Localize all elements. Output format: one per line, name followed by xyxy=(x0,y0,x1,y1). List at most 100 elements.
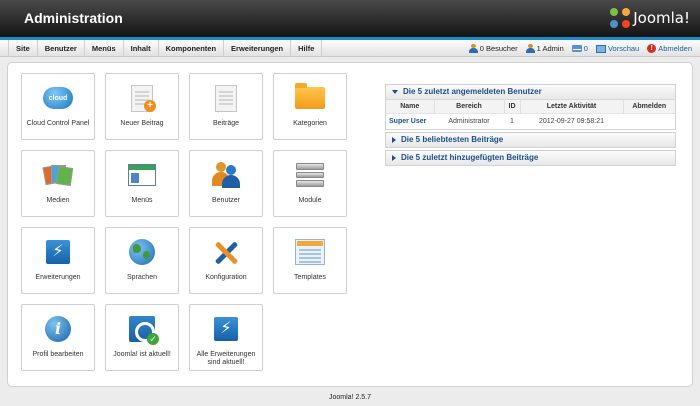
column-header: ID xyxy=(504,99,521,114)
tile-extensions[interactable]: ⚡ Erweiterungen xyxy=(21,227,95,294)
logged-in-users-table: Name Bereich ID Letzte Aktivität Abmelde… xyxy=(386,99,675,129)
users-icon xyxy=(210,160,242,190)
user-last-activity: 2012-09-27 09:58:21 xyxy=(520,113,623,129)
tile-new-article[interactable]: + Neuer Beitrag xyxy=(105,73,179,140)
tile-label: Alle Erweiterungen sind aktuell! xyxy=(196,351,256,366)
admins-status: 1 Admin xyxy=(525,44,564,53)
cloud-badge: cloud xyxy=(43,87,73,109)
tile-label: Profil bearbeiten xyxy=(32,351,84,358)
column-header: Abmelden xyxy=(623,99,675,114)
tile-modules[interactable]: Module xyxy=(273,150,347,217)
main-menu: Site Benutzer Menüs Inhalt Komponenten E… xyxy=(8,40,323,57)
quick-icons: cloud Cloud Control Panel + Neuer Beitra… xyxy=(21,73,347,371)
menu-extensions[interactable]: Erweiterungen xyxy=(224,40,292,57)
popular-articles-toggle[interactable]: Die 5 beliebtesten Beiträge xyxy=(386,132,675,147)
user-id: 1 xyxy=(504,113,520,129)
visitors-count: 0 Besucher xyxy=(479,44,518,53)
header-bar: Administration Joomla! xyxy=(0,0,700,37)
menu-components[interactable]: Komponenten xyxy=(159,40,225,57)
visitors-status: 0 Besucher xyxy=(468,44,518,53)
arrow-right-icon xyxy=(392,136,396,143)
arrow-down-icon xyxy=(392,90,398,94)
messages-count[interactable]: 0 xyxy=(584,44,588,53)
tile-joomla-uptodate[interactable]: ✓ Joomla! ist aktuell! xyxy=(105,304,179,371)
tile-configuration[interactable]: Konfiguration xyxy=(189,227,263,294)
menu-bar: Site Benutzer Menüs Inhalt Komponenten E… xyxy=(0,40,700,57)
tile-label: Module xyxy=(298,197,322,204)
popular-articles-module: Die 5 beliebtesten Beiträge xyxy=(385,131,676,148)
tools-icon xyxy=(210,237,242,267)
joomla-logo-icon xyxy=(610,8,631,28)
messages-status[interactable]: 0 xyxy=(571,44,588,53)
tile-label: Cloud Control Panel xyxy=(26,120,90,127)
tile-cloud-control-panel[interactable]: cloud Cloud Control Panel xyxy=(21,73,95,140)
column-header: Letzte Aktivität xyxy=(520,99,624,114)
menu-users[interactable]: Benutzer xyxy=(38,40,85,57)
tile-label: Joomla! ist aktuell! xyxy=(113,351,171,358)
cloud-icon: cloud xyxy=(42,83,74,113)
menu-site[interactable]: Site xyxy=(8,40,38,57)
tile-articles[interactable]: Beiträge xyxy=(189,73,263,140)
joomla-update-icon: ✓ xyxy=(126,314,159,345)
menu-menus[interactable]: Menüs xyxy=(85,40,124,57)
user-area: Administrator xyxy=(434,113,504,129)
tile-label: Medien xyxy=(46,197,70,204)
module-title: Die 5 zuletzt hinzugefügten Beiträge xyxy=(401,152,539,162)
articles-icon xyxy=(210,83,242,113)
arrow-right-icon xyxy=(392,154,396,161)
templates-icon xyxy=(294,237,326,267)
logout-icon: ! xyxy=(647,44,657,53)
menu-help[interactable]: Hilfe xyxy=(291,40,323,57)
logged-in-users-module: Die 5 zuletzt angemeldeten Benutzer Name… xyxy=(385,84,676,130)
globe-icon xyxy=(126,237,158,267)
tile-label: Erweiterungen xyxy=(35,274,81,281)
control-panel: cloud Cloud Control Panel + Neuer Beitra… xyxy=(7,62,693,387)
logout-link[interactable]: ! Abmelden xyxy=(647,44,692,53)
logged-in-users-toggle[interactable]: Die 5 zuletzt angemeldeten Benutzer xyxy=(386,85,675,99)
folder-icon xyxy=(294,83,326,113)
admin-modules: Die 5 zuletzt angemeldeten Benutzer Name… xyxy=(385,84,676,168)
tile-label: Sprachen xyxy=(127,274,157,281)
tile-label: Konfiguration xyxy=(205,274,247,281)
preview-icon xyxy=(595,44,606,53)
footer-version: Joomla! 2.5.7 xyxy=(328,394,372,401)
menus-icon xyxy=(126,160,158,190)
column-header: Name xyxy=(386,99,435,114)
visitor-icon xyxy=(468,44,478,53)
status-bar: 0 Besucher 1 Admin 0 Vorschau ! Abmelden xyxy=(468,40,692,57)
latest-articles-toggle[interactable]: Die 5 zuletzt hinzugefügten Beiträge xyxy=(386,150,675,165)
extension-update-icon: ⚡ xyxy=(210,314,242,344)
tile-menus[interactable]: Menüs xyxy=(105,150,179,217)
joomla-logo[interactable]: Joomla! xyxy=(610,8,690,28)
logout-label[interactable]: Abmelden xyxy=(658,44,692,53)
info-icon: i xyxy=(42,314,74,344)
module-title: Die 5 beliebtesten Beiträge xyxy=(401,134,504,144)
latest-articles-module: Die 5 zuletzt hinzugefügten Beiträge xyxy=(385,149,676,166)
tile-edit-profile[interactable]: i Profil bearbeiten xyxy=(21,304,95,371)
preview-link[interactable]: Vorschau xyxy=(595,44,639,53)
tile-media[interactable]: Medien xyxy=(21,150,95,217)
tile-label: Neuer Beitrag xyxy=(120,120,164,127)
page-title: Administration xyxy=(24,10,123,26)
menu-content[interactable]: Inhalt xyxy=(124,40,159,57)
module-title: Die 5 zuletzt angemeldeten Benutzer xyxy=(403,87,542,96)
tile-extensions-uptodate[interactable]: ⚡ Alle Erweiterungen sind aktuell! xyxy=(189,304,263,371)
media-icon xyxy=(42,160,74,190)
tile-templates[interactable]: Templates xyxy=(273,227,347,294)
tile-users[interactable]: Benutzer xyxy=(189,150,263,217)
user-logout xyxy=(623,113,675,129)
tile-label: Menüs xyxy=(131,197,153,204)
tile-label: Benutzer xyxy=(211,197,241,204)
user-name-link[interactable]: Super User xyxy=(386,113,434,129)
modules-icon xyxy=(294,160,326,190)
tile-categories[interactable]: Kategorien xyxy=(273,73,347,140)
logo-text: Joomla! xyxy=(633,9,690,27)
admin-icon xyxy=(525,44,535,53)
table-row: Super User Administrator 1 2012-09-27 09… xyxy=(386,113,675,129)
column-header: Bereich xyxy=(434,99,505,114)
preview-label[interactable]: Vorschau xyxy=(608,44,639,53)
tile-label: Beiträge xyxy=(212,120,240,127)
lightning-icon: ⚡ xyxy=(42,237,74,267)
new-article-icon: + xyxy=(126,83,158,113)
tile-languages[interactable]: Sprachen xyxy=(105,227,179,294)
